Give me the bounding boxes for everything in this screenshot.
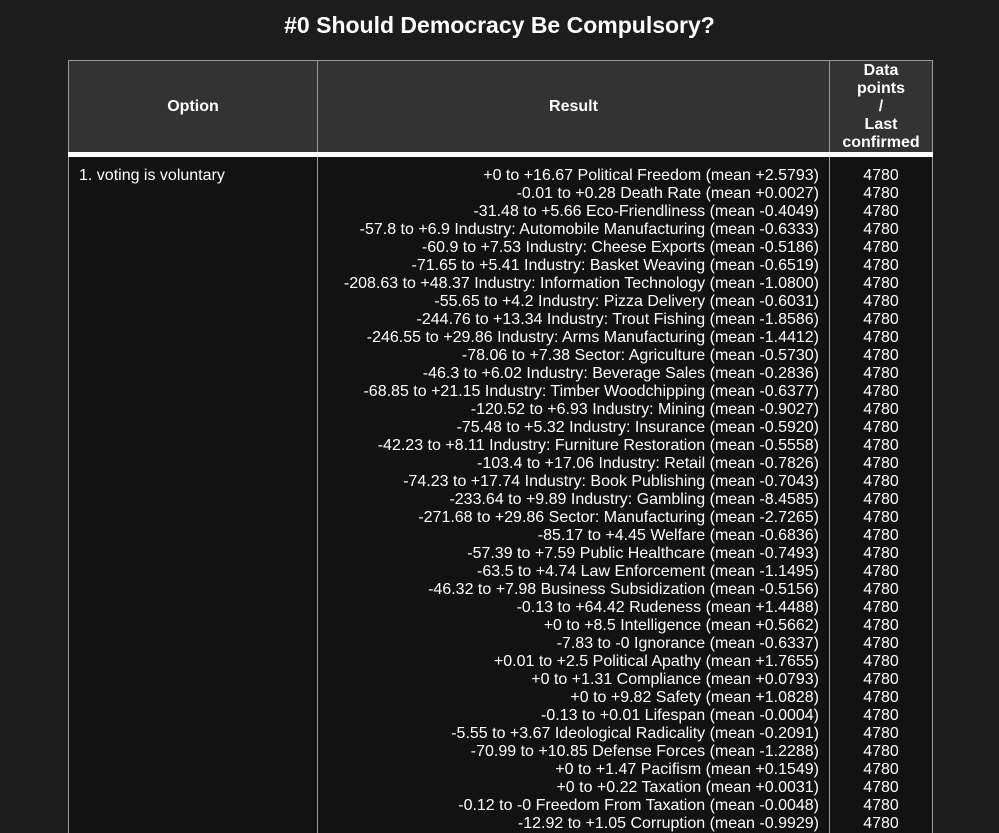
column-header-option: Option — [68, 60, 318, 157]
data-points-value: 4780 — [863, 509, 899, 526]
column-header-data-points-line: Data — [863, 61, 899, 79]
data-points-value: 4780 — [863, 635, 899, 652]
data-points-value: 4780 — [863, 617, 899, 634]
data-points-value: 4780 — [863, 527, 899, 544]
result-line: -57.8 to +6.9 Industry: Automobile Manuf… — [359, 221, 819, 238]
column-header-data-points-line: Last — [864, 115, 898, 133]
data-points-value: 4780 — [863, 203, 899, 220]
data-points-value: 4780 — [863, 815, 899, 832]
result-line: -75.48 to +5.32 Industry: Insurance (mea… — [456, 419, 819, 436]
result-line: +0 to +1.31 Compliance (mean +0.0793) — [531, 671, 819, 688]
data-points-value: 4780 — [863, 365, 899, 382]
page: #0 Should Democracy Be Compulsory? Optio… — [0, 0, 999, 833]
result-line: -244.76 to +13.34 Industry: Trout Fishin… — [416, 311, 819, 328]
result-line: -68.85 to +21.15 Industry: Timber Woodch… — [363, 383, 819, 400]
result-line: +0 to +0.22 Taxation (mean +0.0031) — [556, 779, 819, 796]
data-points-cell: 4780 4780 4780 4780 4780 4780 4780 4780 4780 4780… — [829, 154, 933, 833]
column-header-result: Result — [317, 60, 830, 157]
result-line: -233.64 to +9.89 Industry: Gambling (mea… — [449, 491, 819, 508]
page-title: #0 Should Democracy Be Compulsory? — [284, 12, 715, 38]
column-header-data-points-line: points — [857, 79, 905, 97]
data-points-value: 4780 — [863, 599, 899, 616]
table-header-row: Option Result Data points / Last confirm… — [68, 60, 933, 157]
data-points-value: 4780 — [863, 275, 899, 292]
result-line: -103.4 to +17.06 Industry: Retail (mean … — [477, 455, 819, 472]
data-points-value: 4780 — [863, 653, 899, 670]
data-points-value: 4780 — [863, 581, 899, 598]
data-points-value: 4780 — [863, 725, 899, 742]
result-line: -46.3 to +6.02 Industry: Beverage Sales … — [422, 365, 819, 382]
data-points-value: 4780 — [863, 239, 899, 256]
data-points-value: 4780 — [863, 185, 899, 202]
result-line: -271.68 to +29.86 Sector: Manufacturing … — [418, 509, 819, 526]
data-points-value: 4780 — [863, 167, 899, 184]
data-points-value: 4780 — [863, 347, 899, 364]
data-points-value: 4780 — [863, 671, 899, 688]
result-line: -85.17 to +4.45 Welfare (mean -0.6836) — [537, 527, 819, 544]
data-points-value: 4780 — [863, 221, 899, 238]
data-points-value: 4780 — [863, 743, 899, 760]
result-line: -12.92 to +1.05 Corruption (mean -0.9929… — [517, 815, 819, 832]
option-label: 1. voting is voluntary — [79, 167, 225, 184]
result-line: -120.52 to +6.93 Industry: Mining (mean … — [470, 401, 819, 418]
result-line: +0 to +16.67 Political Freedom (mean +2.… — [483, 167, 819, 184]
results-table: Option Result Data points / Last confirm… — [68, 60, 933, 833]
result-line: -70.99 to +10.85 Defense Forces (mean -1… — [470, 743, 819, 760]
data-points-value: 4780 — [863, 311, 899, 328]
result-line: -42.23 to +8.11 Industry: Furniture Rest… — [377, 437, 819, 454]
result-line: +0 to +8.5 Intelligence (mean +0.5662) — [543, 617, 819, 634]
result-line: -57.39 to +7.59 Public Healthcare (mean … — [467, 545, 819, 562]
result-line: -5.55 to +3.67 Ideological Radicality (m… — [451, 725, 819, 742]
data-points-value: 4780 — [863, 761, 899, 778]
data-points-value: 4780 — [863, 437, 899, 454]
data-points-value: 4780 — [863, 329, 899, 346]
result-line: -0.12 to -0 Freedom From Taxation (mean … — [458, 797, 819, 814]
column-header-data-points-line: confirmed — [842, 133, 920, 151]
result-line: +0 to +1.47 Pacifism (mean +0.1549) — [555, 761, 819, 778]
data-points-value: 4780 — [863, 419, 899, 436]
result-line: -208.63 to +48.37 Industry: Information … — [343, 275, 819, 292]
result-line: -31.48 to +5.66 Eco-Friendliness (mean -… — [473, 203, 819, 220]
result-line: +0 to +9.82 Safety (mean +1.0828) — [570, 689, 819, 706]
data-points-value: 4780 — [863, 779, 899, 796]
result-line: -0.01 to +0.28 Death Rate (mean +0.0027) — [516, 185, 819, 202]
data-points-value: 4780 — [863, 383, 899, 400]
result-line: -55.65 to +4.2 Industry: Pizza Delivery … — [434, 293, 819, 310]
option-cell: 1. voting is voluntary — [68, 154, 318, 833]
data-points-value: 4780 — [863, 401, 899, 418]
result-line: -74.23 to +17.74 Industry: Book Publishi… — [403, 473, 819, 490]
data-points-value: 4780 — [863, 707, 899, 724]
data-points-value: 4780 — [863, 473, 899, 490]
result-line: -246.55 to +29.86 Industry: Arms Manufac… — [366, 329, 819, 346]
data-points-value: 4780 — [863, 797, 899, 814]
result-line: -78.06 to +7.38 Sector: Agriculture (mea… — [461, 347, 819, 364]
result-line: -60.9 to +7.53 Industry: Cheese Exports … — [421, 239, 819, 256]
data-points-value: 4780 — [863, 257, 899, 274]
result-line: -0.13 to +64.42 Rudeness (mean +1.4488) — [516, 599, 819, 616]
result-line: -7.83 to -0 Ignorance (mean -0.6337) — [556, 635, 819, 652]
result-line: -0.13 to +0.01 Lifespan (mean -0.0004) — [541, 707, 819, 724]
data-points-value: 4780 — [863, 455, 899, 472]
result-cell: +0 to +16.67 Political Freedom (mean +2.… — [317, 154, 830, 833]
data-points-value: 4780 — [863, 563, 899, 580]
data-points-value: 4780 — [863, 491, 899, 508]
data-points-value: 4780 — [863, 689, 899, 706]
data-points-value: 4780 — [863, 293, 899, 310]
table-row: 1. voting is voluntary +0 to +16.67 Poli… — [68, 154, 933, 833]
result-line: -63.5 to +4.74 Law Enforcement (mean -1.… — [477, 563, 819, 580]
result-line: -71.65 to +5.41 Industry: Basket Weaving… — [411, 257, 820, 274]
result-line: +0.01 to +2.5 Political Apathy (mean +1.… — [493, 653, 819, 670]
column-header-data-points-line: / — [878, 97, 884, 115]
column-header-data-points: Data points / Last confirmed — [829, 60, 933, 157]
result-line: -46.32 to +7.98 Business Subsidization (… — [428, 581, 819, 598]
data-points-value: 4780 — [863, 545, 899, 562]
